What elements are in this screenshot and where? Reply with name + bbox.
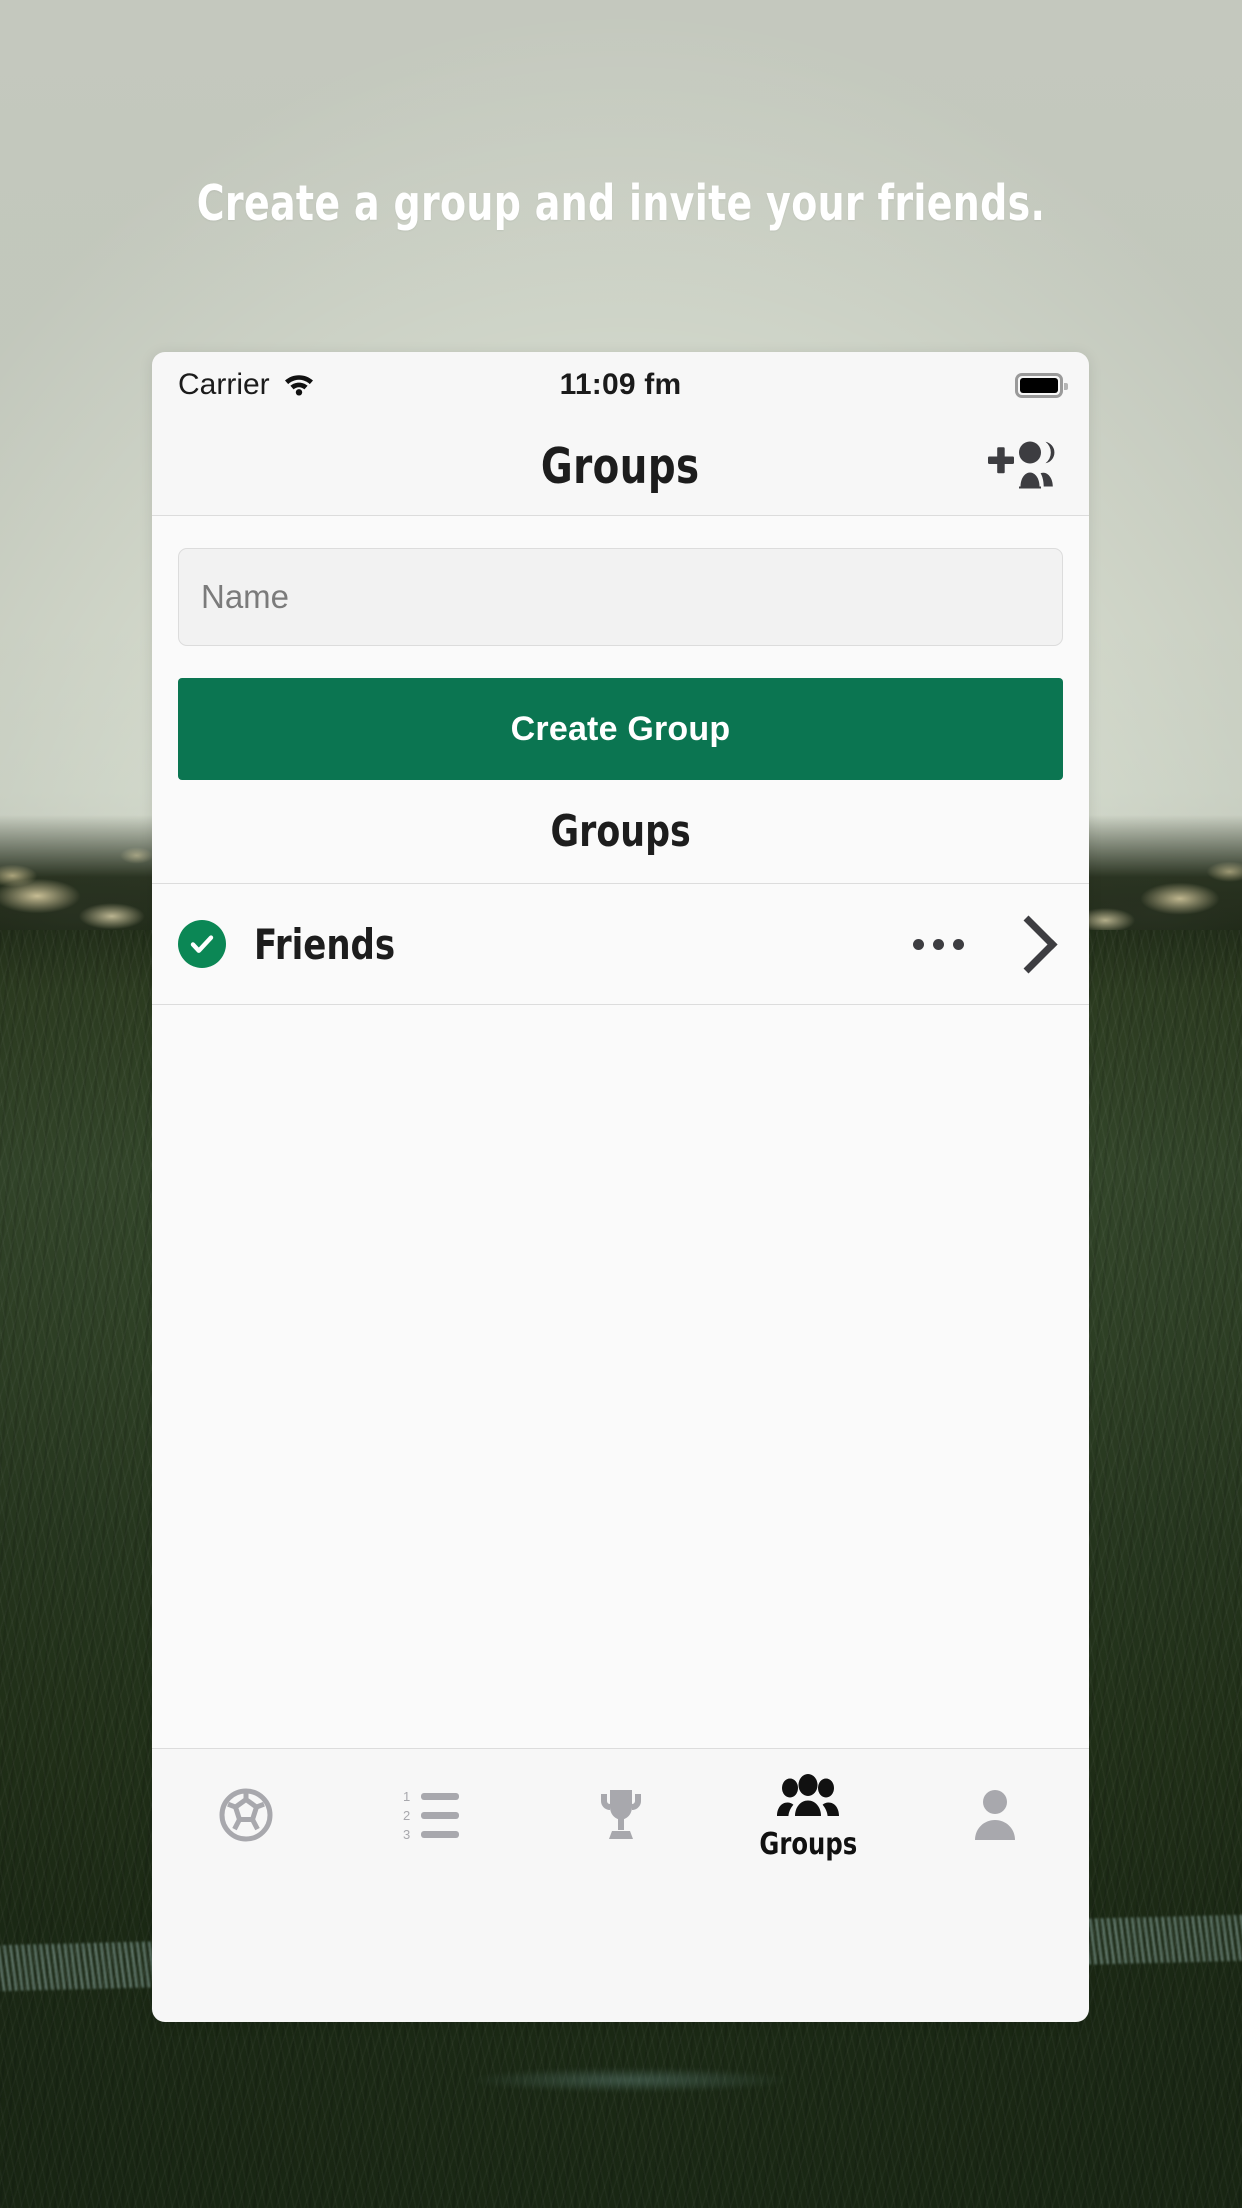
add-people-icon (987, 438, 1061, 495)
tab-groups-label: Groups (759, 1826, 857, 1862)
navigation-bar: Groups (152, 418, 1089, 516)
person-icon (972, 1788, 1018, 1847)
battery-full-icon (1015, 372, 1068, 398)
dot (913, 938, 924, 950)
more-horizontal-icon[interactable] (913, 938, 964, 950)
status-bar-time: 11:09 fm (559, 368, 682, 401)
tab-matches[interactable] (152, 1749, 339, 1886)
check-circle-icon (178, 920, 226, 968)
tab-awards[interactable] (527, 1749, 714, 1886)
add-people-button[interactable] (985, 436, 1063, 498)
soccer-ball-icon (217, 1786, 275, 1849)
bottom-tab-bar: 1 2 3 Groups (152, 1748, 1089, 1886)
groups-section-header-label: Groups (550, 806, 691, 857)
group-name-input[interactable] (178, 548, 1063, 646)
trophy-icon (593, 1786, 649, 1849)
group-list-item[interactable]: Friends (152, 884, 1089, 1005)
svg-text:1: 1 (403, 1789, 410, 1804)
battery-fill (1020, 377, 1058, 393)
background-field-line-secondary (420, 2060, 840, 2100)
create-group-button[interactable]: Create Group (178, 678, 1063, 780)
screenshot-root: Create a group and invite your friends. … (0, 0, 1242, 2208)
promo-headline: Create a group and invite your friends. (196, 175, 1046, 232)
svg-text:3: 3 (403, 1827, 410, 1842)
groups-section-header: Groups (152, 780, 1089, 884)
page-title: Groups (541, 438, 700, 495)
dot (953, 938, 964, 950)
chevron-right-icon[interactable] (999, 915, 1058, 973)
status-bar: Carrier 11:09 fm (152, 352, 1089, 418)
people-icon (776, 1773, 839, 1823)
svg-text:2: 2 (403, 1808, 410, 1823)
status-bar-right (1015, 372, 1068, 398)
numbered-list-icon: 1 2 3 (403, 1788, 463, 1847)
tab-standings[interactable]: 1 2 3 (339, 1749, 526, 1886)
create-group-form (152, 516, 1089, 646)
phone-mockup: Carrier 11:09 fm Groups Name Create Grou… (152, 352, 1089, 2022)
group-name-label: Friends (254, 919, 396, 969)
dot (933, 938, 944, 950)
tab-groups[interactable]: Groups (714, 1749, 901, 1886)
main-content: Create Group Groups Friends (152, 516, 1089, 1886)
tab-profile[interactable] (902, 1749, 1089, 1886)
